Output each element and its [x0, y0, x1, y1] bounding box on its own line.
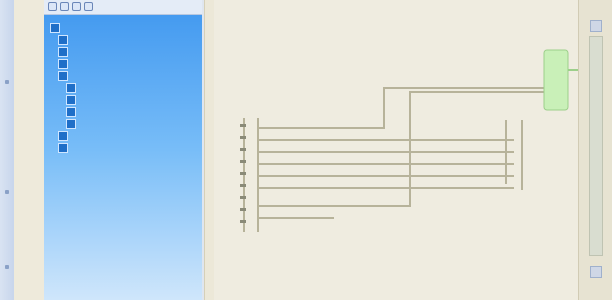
pin [240, 136, 246, 139]
left-strip-icon[interactable] [5, 80, 9, 84]
item-icon [58, 143, 68, 153]
pin [240, 196, 246, 199]
diagram-canvas[interactable] [214, 0, 578, 300]
tool-icon[interactable] [84, 2, 93, 11]
tool-icon[interactable] [72, 2, 81, 11]
tool-icon[interactable] [48, 2, 57, 11]
vertical-scrollbar[interactable] [578, 0, 612, 300]
selected-block [543, 49, 569, 111]
left-strip-icon[interactable] [5, 265, 9, 269]
tree-node[interactable] [58, 70, 72, 82]
tree-node[interactable] [58, 46, 72, 58]
pin [240, 148, 246, 151]
item-icon [66, 83, 76, 93]
item-icon [66, 119, 76, 129]
tree-node[interactable] [66, 118, 80, 130]
tree-node[interactable] [58, 34, 72, 46]
item-icon [58, 59, 68, 69]
left-activity-strip [0, 0, 15, 300]
wire-diagram [240, 49, 578, 232]
folder-icon [58, 131, 68, 141]
pin [240, 184, 246, 187]
tree-node[interactable] [50, 22, 64, 34]
left-gutter [14, 0, 44, 300]
tree-toolbar [44, 0, 202, 15]
tool-icon[interactable] [60, 2, 69, 11]
folder-icon [50, 23, 60, 33]
pin [240, 160, 246, 163]
object-tree-panel [44, 0, 204, 300]
scroll-down-arrow-icon[interactable] [590, 266, 602, 278]
pin [240, 172, 246, 175]
pin [240, 208, 246, 211]
tree-node[interactable] [58, 130, 72, 142]
tree-node[interactable] [66, 106, 80, 118]
item-icon [58, 47, 68, 57]
wire-route [258, 87, 544, 129]
tree-node[interactable] [66, 82, 80, 94]
tree-node[interactable] [58, 142, 72, 154]
left-strip-icon[interactable] [5, 190, 9, 194]
pin [240, 220, 246, 223]
tree-node[interactable] [58, 58, 72, 70]
item-icon [66, 107, 76, 117]
pin [240, 124, 246, 127]
item-icon [66, 95, 76, 105]
scroll-thumb[interactable] [589, 36, 603, 256]
item-icon [58, 35, 68, 45]
tree-node[interactable] [66, 94, 80, 106]
scroll-up-arrow-icon[interactable] [590, 20, 602, 32]
folder-icon [58, 71, 68, 81]
